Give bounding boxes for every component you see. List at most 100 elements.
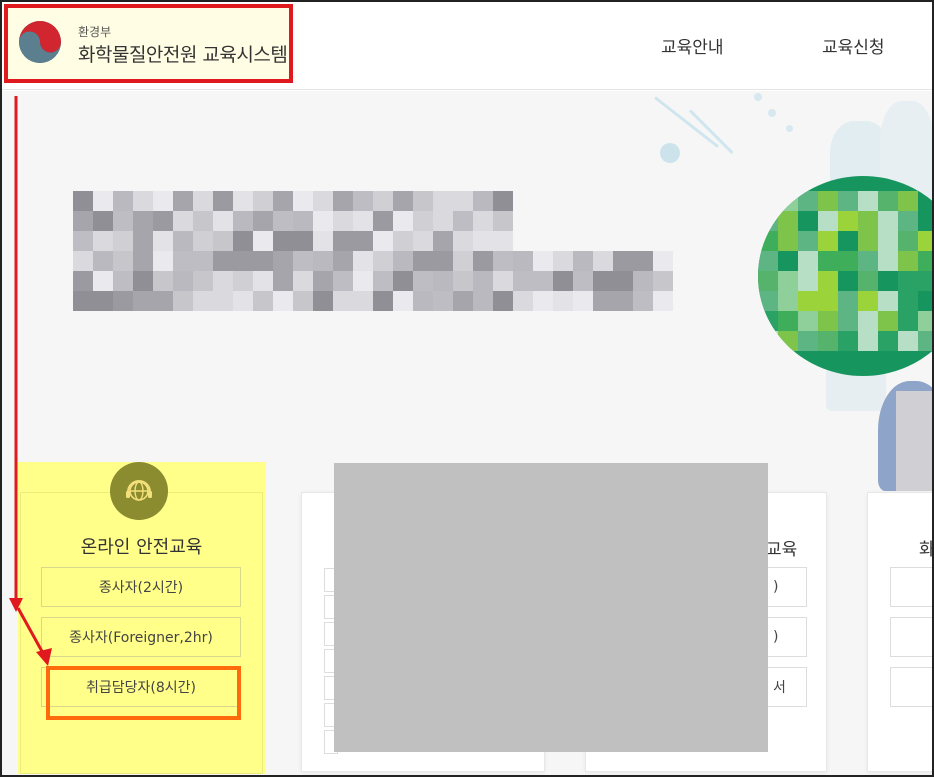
pixel-cell [918,291,934,311]
government-emblem-icon[interactable] [18,20,62,64]
pixel-cell [153,291,173,311]
pixel-cell [778,291,798,311]
pixel-cell [133,211,153,231]
decor-dot [660,143,680,163]
pixel-cell [433,211,453,231]
obscured-promo-graphic [758,191,934,351]
pixel-cell [633,271,653,291]
pixel-cell [553,251,573,271]
option-handler-8h[interactable]: 취급담당자(8시간) [41,667,241,707]
pixel-cell [133,251,153,271]
pixel-cell [593,271,613,291]
pixel-cell [898,291,918,311]
pixel-cell [778,191,798,211]
pixel-cell [273,211,293,231]
pixel-cell [533,271,553,291]
pixel-cell [93,191,113,211]
pixel-cell [453,191,473,211]
pixel-cell [333,291,353,311]
pixel-cell [413,191,433,211]
pixel-cell [293,191,313,211]
pixel-cell [653,251,673,271]
pixel-cell [513,271,533,291]
pixel-cell [918,251,934,271]
pixel-cell [113,211,133,231]
card-online-title: 온라인 안전교육 [80,537,203,558]
pixel-cell [798,231,818,251]
pixel-cell [898,271,918,291]
pixel-cell [93,211,113,231]
pixel-cell [93,231,113,251]
pixel-cell [273,231,293,251]
nav-education-apply[interactable]: 교육신청 [822,33,885,58]
pixel-cell [838,311,858,331]
obscured-headline-line-1 [73,191,513,251]
pixel-cell [798,311,818,331]
site-name[interactable]: 화학물질안전원 교육시스템 [78,40,288,67]
decor-dot [786,125,793,132]
pixel-cell [453,231,473,251]
pixel-cell [898,191,918,211]
pixel-cell [858,191,878,211]
pixel-cell [373,191,393,211]
globe-headset-icon [110,462,168,520]
option-worker-2h[interactable]: 종사자(2시간) [41,567,241,607]
pixel-cell [653,271,673,291]
card4-option-2[interactable] [890,617,934,657]
pixel-cell [233,251,253,271]
pixel-cell [353,231,373,251]
pixel-cell [613,291,633,311]
pixel-cell [858,231,878,251]
pixel-cell [473,191,493,211]
decor-dot [754,93,762,101]
card4-option-3[interactable] [890,667,934,707]
pixel-cell [313,291,333,311]
pixel-cell [493,291,513,311]
pixel-cell [758,211,778,231]
pixel-cell [513,251,533,271]
pixel-cell [73,291,93,311]
decor-line [654,96,719,148]
pixel-cell [413,251,433,271]
pixel-cell [778,231,798,251]
ministry-label[interactable]: 환경부 [78,23,111,40]
pixel-cell [918,191,934,211]
pixel-cell [213,231,233,251]
pixel-cell [253,231,273,251]
card4-option-1[interactable] [890,567,934,607]
nav-education-info[interactable]: 교육안내 [661,33,724,58]
pixel-cell [373,251,393,271]
decor-dot [768,109,776,117]
pixel-cell [333,271,353,291]
pixel-cell [533,251,553,271]
pixel-cell [513,291,533,311]
pixel-cell [273,291,293,311]
site-header: 환경부 화학물질안전원 교육시스템 교육안내 교육신청 [0,0,934,90]
pixel-cell [453,251,473,271]
pixel-cell [798,331,818,351]
pixel-cell [838,271,858,291]
card4-title-fragment: 화 [919,540,934,560]
pixel-cell [253,291,273,311]
pixel-cell [373,271,393,291]
pixel-cell [313,251,333,271]
pixel-cell [858,211,878,231]
pixel-cell [553,271,573,291]
pixel-cell [353,191,373,211]
pixel-cell [818,331,838,351]
pixel-cell [393,191,413,211]
pixel-cell [918,331,934,351]
pixel-cell [293,251,313,271]
pixel-cell [533,291,553,311]
pixel-cell [758,231,778,251]
pixel-cell [758,311,778,331]
pixel-cell [133,271,153,291]
pixel-cell [113,231,133,251]
pixel-cell [433,251,453,271]
pixel-cell [818,211,838,231]
pixel-cell [393,271,413,291]
pixel-cell [293,271,313,291]
pixel-cell [778,211,798,231]
option-worker-foreigner-2h[interactable]: 종사자(Foreigner,2hr) [41,617,241,657]
pixel-cell [173,291,193,311]
